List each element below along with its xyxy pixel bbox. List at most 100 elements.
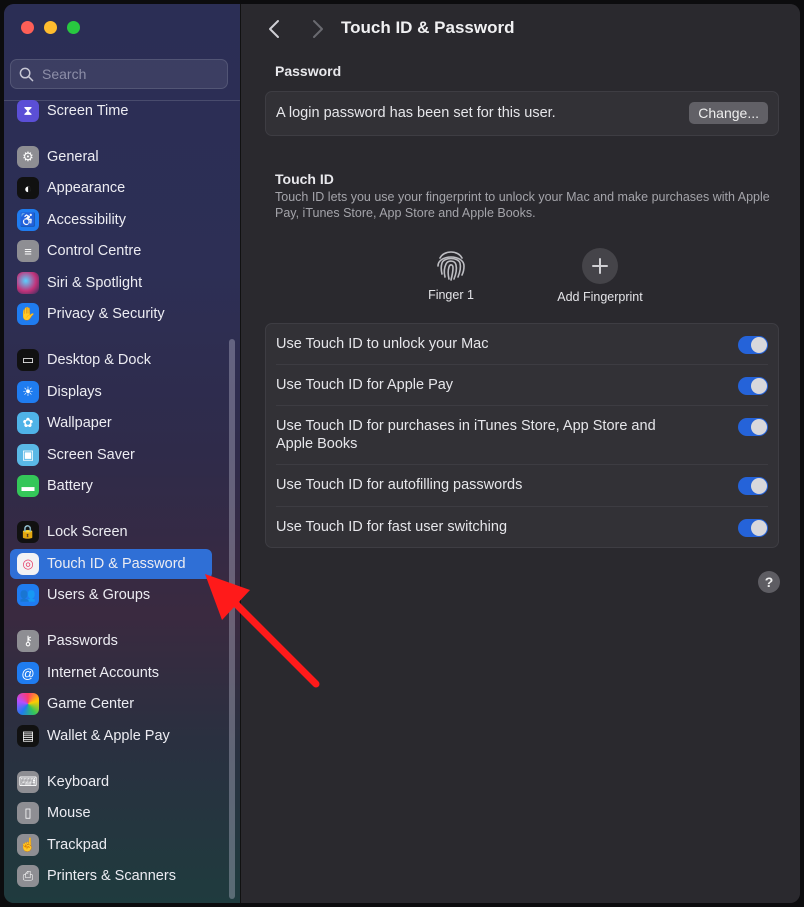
zoom-window-button[interactable] — [67, 21, 80, 34]
key-icon: ⚷ — [17, 630, 39, 652]
sidebar-item-label: Siri & Spotlight — [47, 275, 143, 291]
touchid-option-label: Use Touch ID for purchases in iTunes Sto… — [276, 418, 656, 452]
sidebar-item-label: Displays — [47, 384, 102, 400]
minimize-window-button[interactable] — [44, 21, 57, 34]
sidebar-item-label: Appearance — [47, 180, 126, 196]
sidebar-item-privacy-security[interactable]: ✋ Privacy & Security — [10, 299, 212, 329]
sidebar-item-label: Keyboard — [47, 774, 110, 790]
password-status-text: A login password has been set for this u… — [276, 105, 556, 121]
forward-button[interactable] — [307, 18, 327, 40]
sidebar-item-general[interactable]: ⚙ General — [10, 142, 212, 172]
gear-icon: ⚙ — [17, 146, 39, 168]
hourglass-icon: ⧗ — [17, 100, 39, 122]
sidebar-item-touch-id-password[interactable]: ◎ Touch ID & Password — [10, 549, 212, 579]
sidebar-item-wallpaper[interactable]: ✿ Wallpaper — [10, 408, 212, 438]
add-fingerprint-button[interactable] — [582, 248, 618, 284]
sidebar-item-lock-screen[interactable]: 🔒 Lock Screen — [10, 517, 212, 547]
change-password-button[interactable]: Change... — [689, 102, 768, 124]
sidebar-item-label: Screen Time — [47, 103, 129, 119]
sidebar-item-label: Game Center — [47, 696, 135, 712]
sidebar-item-screen-time[interactable]: ⧗ Screen Time — [10, 96, 212, 126]
sidebar-item-trackpad[interactable]: ☝ Trackpad — [10, 830, 212, 860]
mouse-icon: ▯ — [17, 802, 39, 824]
sidebar-item-label: Screen Saver — [47, 447, 135, 463]
toggles-icon: ≡ — [17, 240, 39, 262]
sidebar-item-displays[interactable]: ☀ Displays — [10, 377, 212, 407]
touchid-option-label: Use Touch ID to unlock your Mac — [276, 336, 489, 352]
window-controls — [21, 21, 80, 34]
sidebar-search[interactable] — [10, 59, 228, 89]
siri-icon — [17, 272, 39, 294]
finger-1-label: Finger 1 — [428, 288, 474, 302]
touchid-option-row: Use Touch ID for fast user switching — [266, 507, 778, 548]
hand-icon: ✋ — [17, 303, 39, 325]
battery-icon: ▬ — [17, 475, 39, 497]
system-settings-window: ⧗ Screen Time ⚙ General ◐ Appearance ♿ Accessib… — [4, 4, 800, 903]
sidebar-item-label: Printers & Scanners — [47, 868, 176, 884]
touchid-option-label: Use Touch ID for autofilling passwords — [276, 477, 523, 493]
touchid-option-toggle[interactable] — [738, 418, 768, 436]
sidebar-item-wallet-apple-pay[interactable]: ▤ Wallet & Apple Pay — [10, 721, 212, 751]
add-fingerprint-label: Add Fingerprint — [557, 290, 643, 304]
sidebar-item-users-groups[interactable]: 👥 Users & Groups — [10, 580, 212, 610]
password-card: A login password has been set for this u… — [265, 91, 779, 136]
close-window-button[interactable] — [21, 21, 34, 34]
touchid-option-row: Use Touch ID for autofilling passwords — [266, 465, 778, 507]
password-heading: Password — [275, 63, 342, 79]
sidebar-item-label: General — [47, 149, 99, 165]
sidebar-scrollbar[interactable] — [229, 339, 235, 899]
touchid-option-label: Use Touch ID for fast user switching — [276, 519, 508, 535]
sidebar-item-control-centre[interactable]: ≡ Control Centre — [10, 236, 212, 266]
touchid-option-toggle[interactable] — [738, 336, 768, 354]
game-center-icon — [17, 693, 39, 715]
plus-icon — [592, 258, 608, 274]
sidebar-item-battery[interactable]: ▬ Battery — [10, 471, 212, 501]
add-fingerprint[interactable]: Add Fingerprint — [541, 248, 659, 304]
touchid-option-row: Use Touch ID for Apple Pay — [266, 365, 778, 406]
trackpad-icon: ☝ — [17, 834, 39, 856]
sidebar-item-label: Accessibility — [47, 212, 126, 228]
sidebar-item-printers-scanners[interactable]: ⎙ Printers & Scanners — [10, 861, 212, 891]
touchid-option-toggle[interactable] — [738, 477, 768, 495]
sidebar-item-label: Lock Screen — [47, 524, 128, 540]
sidebar-item-label: Mouse — [47, 805, 91, 821]
sidebar-item-mouse[interactable]: ▯ Mouse — [10, 798, 212, 828]
accessibility-icon: ♿ — [17, 209, 39, 231]
back-button[interactable] — [265, 18, 285, 40]
touchid-option-row: Use Touch ID for purchases in iTunes Sto… — [266, 406, 778, 465]
touchid-options-card: Use Touch ID to unlock your Mac Use Touch… — [265, 323, 779, 548]
sidebar-item-screen-saver[interactable]: ▣ Screen Saver — [10, 440, 212, 470]
page-title: Touch ID & Password — [341, 18, 515, 37]
finger-1[interactable]: Finger 1 — [411, 246, 491, 302]
sidebar-item-label: Passwords — [47, 633, 118, 649]
sidebar-item-label: Wallpaper — [47, 415, 112, 431]
printer-icon: ⎙ — [17, 865, 39, 887]
wallet-icon: ▤ — [17, 725, 39, 747]
sun-icon: ☀ — [17, 381, 39, 403]
sidebar-item-siri-spotlight[interactable]: Siri & Spotlight — [10, 268, 212, 298]
sidebar-item-label: Desktop & Dock — [47, 352, 151, 368]
sidebar-item-desktop-dock[interactable]: ▭ Desktop & Dock — [10, 345, 212, 375]
sidebar-item-game-center[interactable]: Game Center — [10, 689, 212, 719]
screensaver-icon: ▣ — [17, 444, 39, 466]
users-icon: 👥 — [17, 584, 39, 606]
sidebar-item-keyboard[interactable]: ⌨ Keyboard — [10, 767, 212, 797]
flower-icon: ✿ — [17, 412, 39, 434]
sidebar-item-passwords[interactable]: ⚷ Passwords — [10, 626, 212, 656]
main-pane: Touch ID & Password Password A login pas… — [241, 4, 800, 903]
lock-icon: 🔒 — [17, 521, 39, 543]
sidebar-item-label: Users & Groups — [47, 587, 151, 603]
appearance-icon: ◐ — [17, 177, 39, 199]
sidebar-item-label: Internet Accounts — [47, 665, 160, 681]
touchid-option-toggle[interactable] — [738, 377, 768, 395]
touchid-option-toggle[interactable] — [738, 519, 768, 537]
sidebar-item-label: Touch ID & Password — [47, 556, 186, 572]
sidebar-item-internet-accounts[interactable]: @ Internet Accounts — [10, 658, 212, 688]
sidebar-item-appearance[interactable]: ◐ Appearance — [10, 173, 212, 203]
search-icon — [19, 67, 34, 81]
sidebar-item-accessibility[interactable]: ♿ Accessibility — [10, 205, 212, 235]
touchid-heading: Touch ID — [275, 171, 334, 187]
sidebar-item-label: Control Centre — [47, 243, 142, 259]
search-input[interactable] — [40, 65, 214, 83]
help-button[interactable]: ? — [758, 571, 780, 593]
